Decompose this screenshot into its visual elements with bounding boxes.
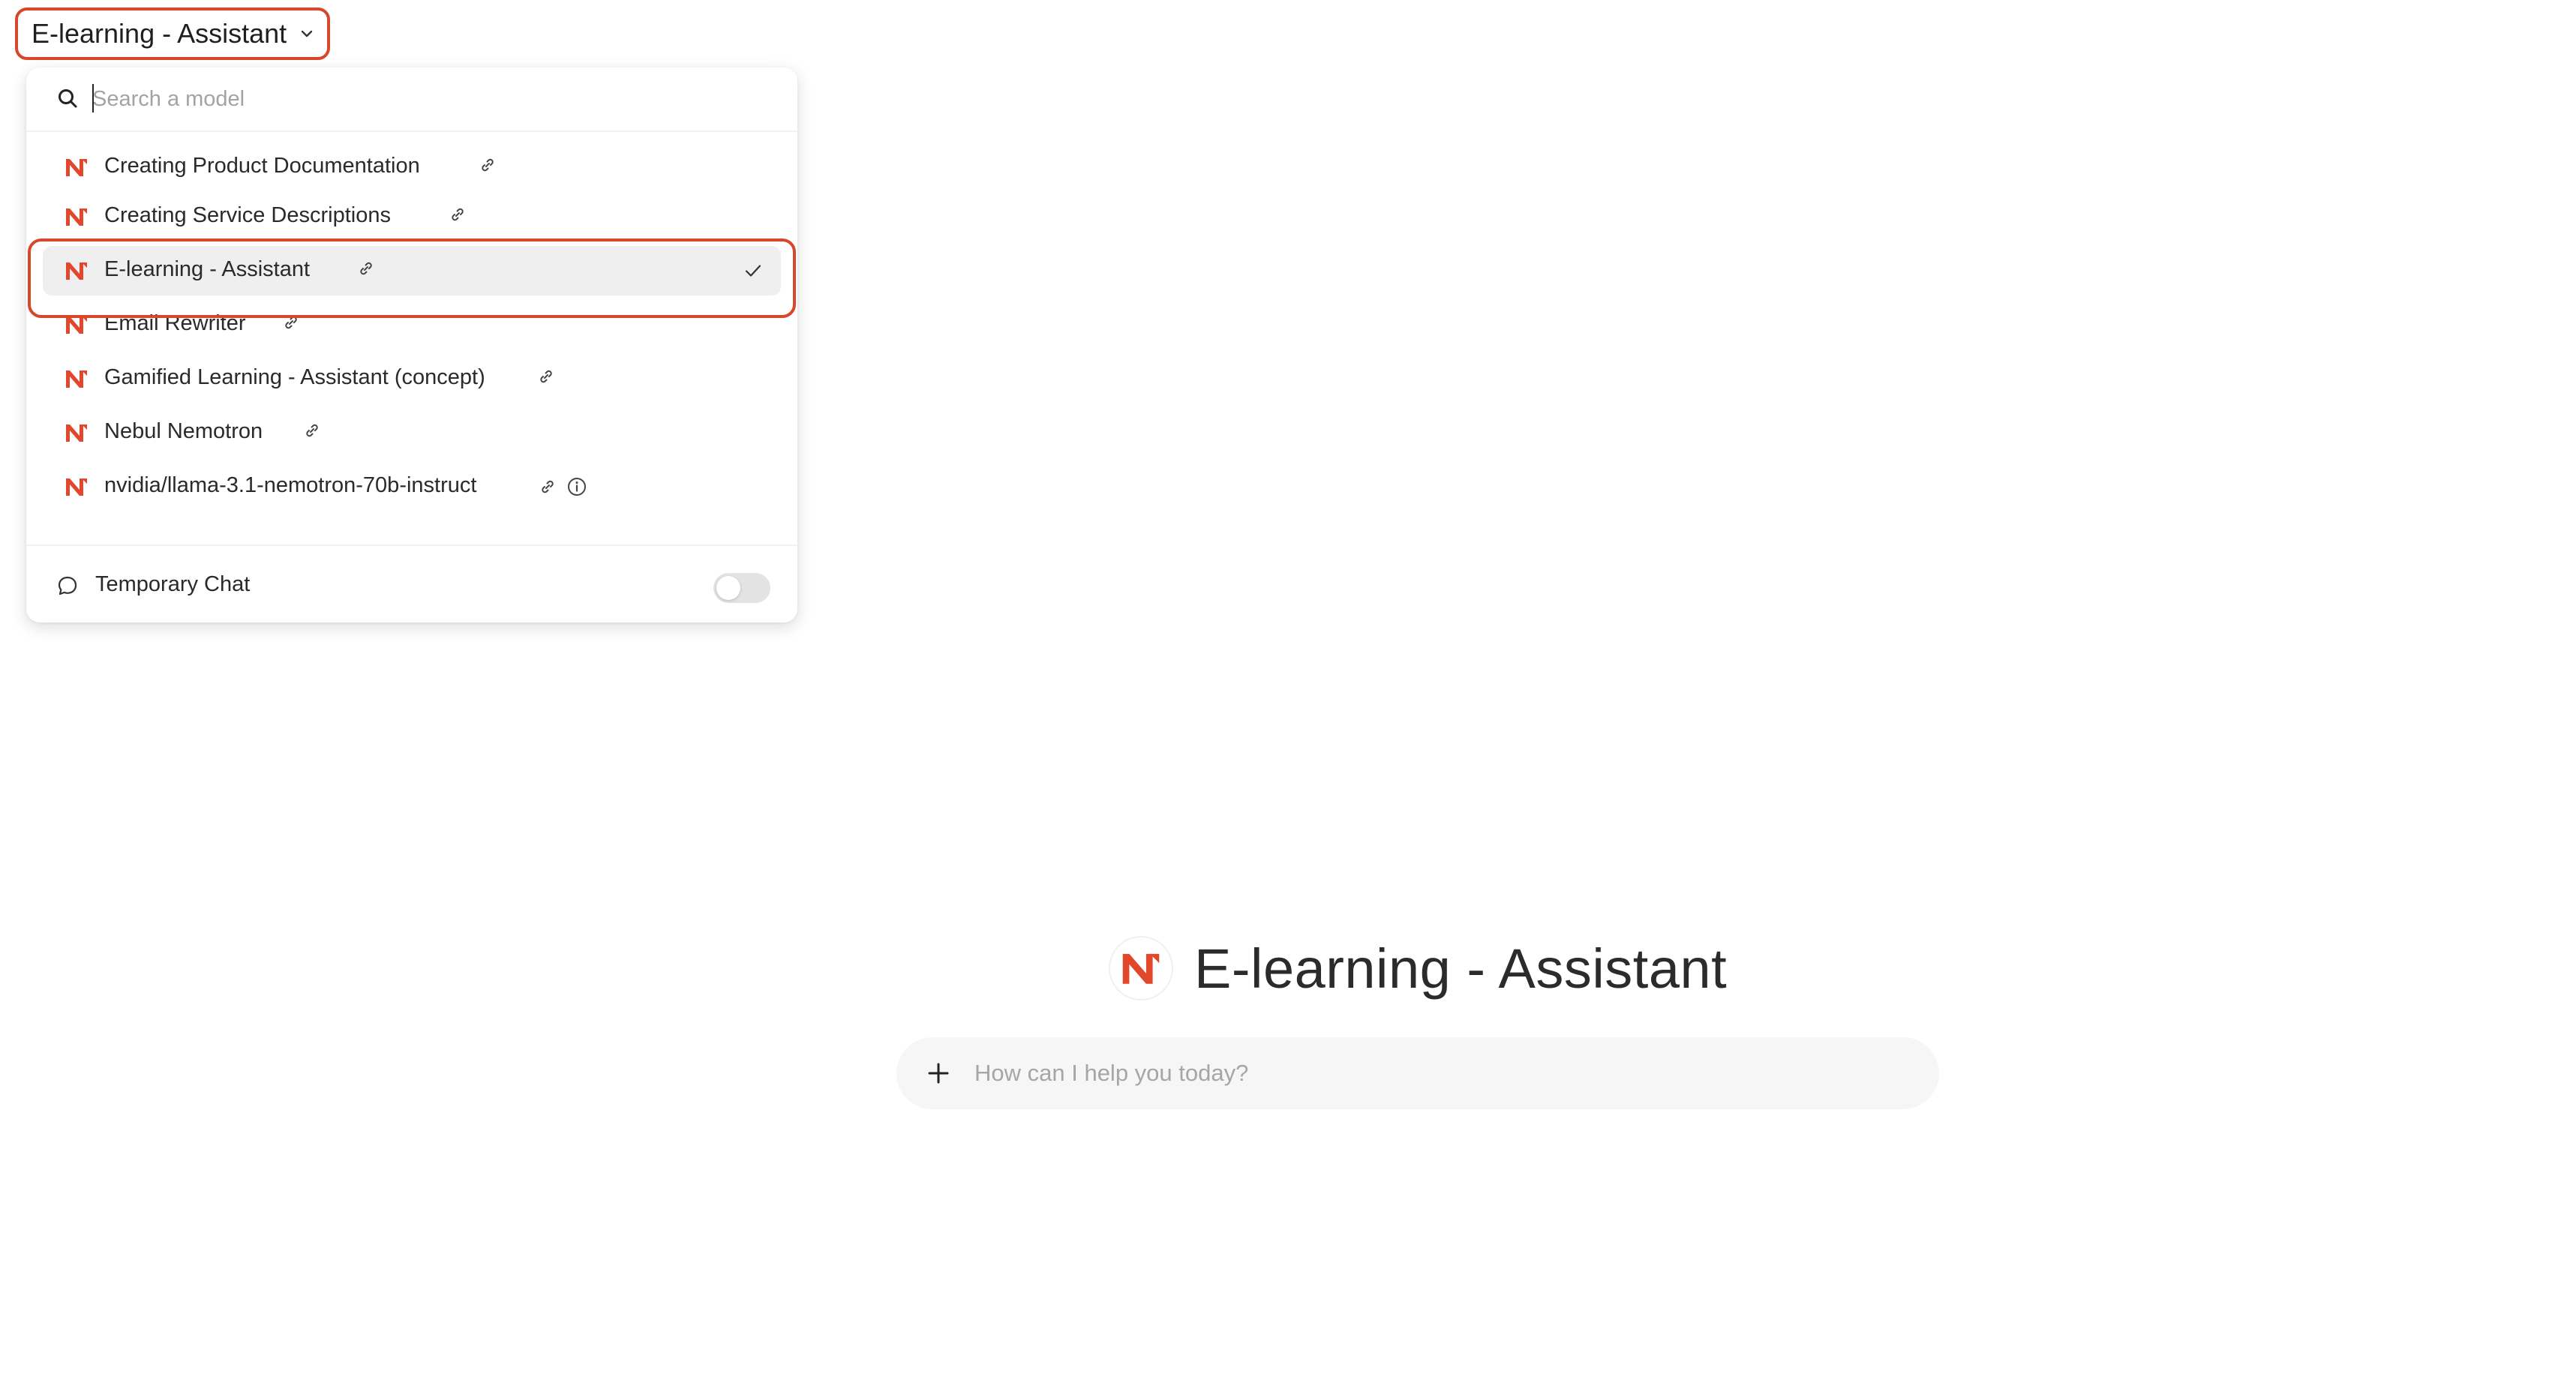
link-icon <box>304 422 320 442</box>
nebul-logo-icon <box>1110 938 1172 999</box>
model-search-input[interactable] <box>92 81 752 117</box>
model-item-selected[interactable]: E-learning - Assistant <box>43 246 781 296</box>
model-item[interactable]: Nebul Nemotron <box>43 408 781 458</box>
model-meta <box>449 206 466 226</box>
app-root: E-learning - Assistant Creating Product … <box>0 0 2576 1386</box>
link-icon <box>479 157 496 177</box>
model-name: Creating Product Documentation <box>104 154 420 178</box>
model-meta <box>283 314 299 334</box>
nebul-logo-icon <box>64 368 89 390</box>
model-item[interactable]: Creating Product Documentation <box>43 142 781 192</box>
temporary-chat-row: Temporary Chat <box>26 544 797 624</box>
chat-composer <box>896 1037 1939 1109</box>
model-item[interactable]: nvidia/llama-3.1-nemotron-70b-instruct <box>43 462 781 512</box>
model-name: Email Rewriter <box>104 311 246 335</box>
plus-icon[interactable] <box>923 1058 953 1088</box>
model-name: Nebul Nemotron <box>104 419 263 443</box>
link-icon <box>358 260 374 280</box>
search-icon <box>56 87 80 111</box>
model-selector-button[interactable]: E-learning - Assistant <box>15 8 330 60</box>
nebul-logo-icon <box>64 260 89 282</box>
text-caret <box>92 84 94 112</box>
model-meta <box>304 422 320 442</box>
link-icon <box>539 478 556 499</box>
model-meta <box>538 368 554 388</box>
link-icon <box>449 206 466 226</box>
model-meta <box>539 476 587 501</box>
model-meta <box>479 157 496 177</box>
nebul-logo-icon <box>64 422 89 444</box>
nebul-logo-icon <box>64 314 89 336</box>
temporary-chat-toggle[interactable] <box>713 573 770 603</box>
model-meta <box>358 260 374 280</box>
nebul-logo-icon <box>64 476 89 498</box>
page-title: E-learning - Assistant <box>1194 937 1728 1000</box>
nebul-logo-icon <box>64 156 89 178</box>
toggle-knob <box>716 576 740 600</box>
link-icon <box>538 368 554 388</box>
chevron-down-icon <box>299 26 315 42</box>
model-name: Gamified Learning - Assistant (concept) <box>104 365 485 389</box>
message-input[interactable] <box>974 1055 1905 1091</box>
model-name: E-learning - Assistant <box>104 257 311 281</box>
model-name: nvidia/llama-3.1-nemotron-70b-instruct <box>104 473 477 497</box>
temporary-chat-label: Temporary Chat <box>95 572 251 596</box>
chat-bubble-icon <box>56 574 79 597</box>
model-dropdown: Creating Product Documentation Creating … <box>26 68 797 622</box>
model-item[interactable]: Email Rewriter <box>43 300 781 350</box>
link-icon <box>283 314 299 334</box>
nebul-logo-icon <box>64 206 89 228</box>
model-name: Creating Service Descriptions <box>104 203 391 227</box>
model-item[interactable]: Gamified Learning - Assistant (concept) <box>43 354 781 404</box>
model-item[interactable]: Creating Service Descriptions <box>43 192 781 242</box>
model-selector-label: E-learning - Assistant <box>32 18 287 49</box>
model-search-row <box>26 68 797 132</box>
check-icon <box>742 260 764 282</box>
model-hero: E-learning - Assistant <box>1110 934 1727 1002</box>
info-icon[interactable] <box>566 476 587 501</box>
